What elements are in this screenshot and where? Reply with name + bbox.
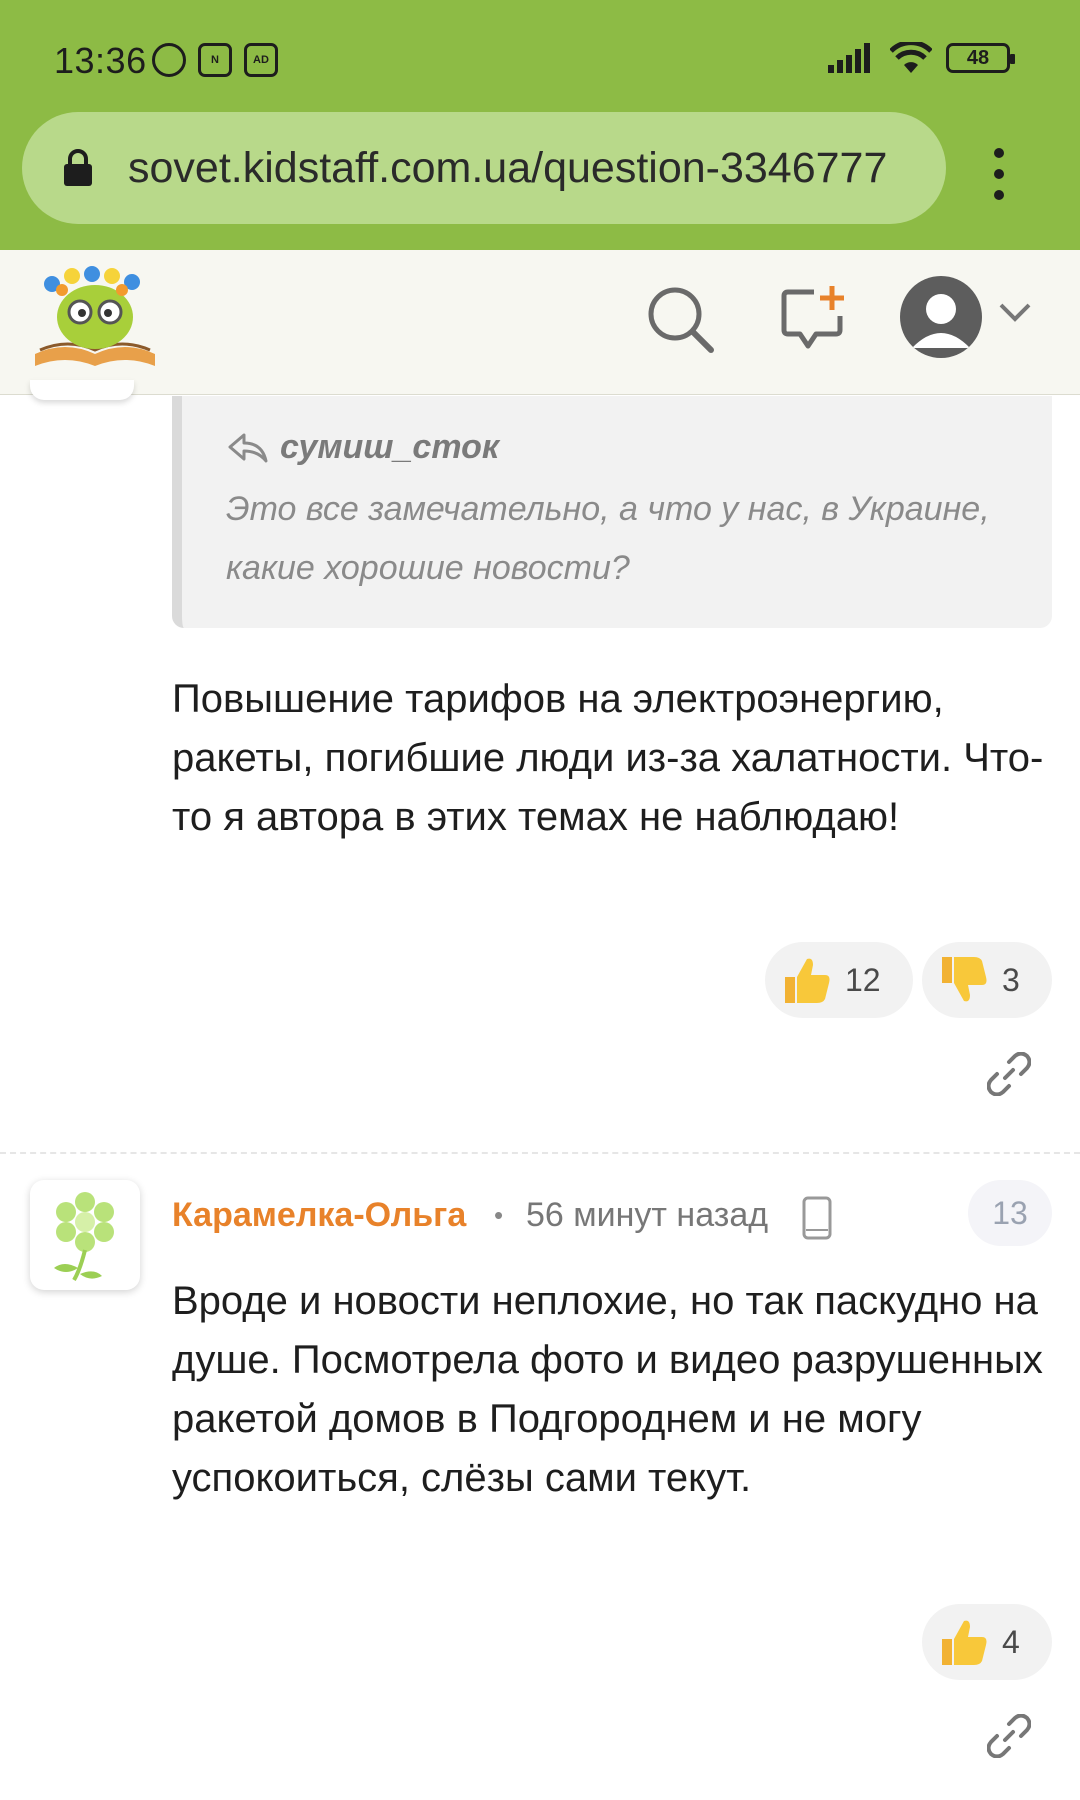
author-name[interactable]: Карамелка-Ольга [172,1196,466,1235]
signal-icon [828,43,870,73]
comment-text: Повышение тарифов на электроэнергию, рак… [172,677,1044,839]
comment-divider [0,1152,1080,1154]
lock-icon [64,149,92,186]
user-avatar-icon[interactable] [900,276,982,358]
dislike-count: 3 [1002,961,1020,998]
link-icon[interactable] [987,1052,1031,1096]
url-text[interactable]: sovet.kidstaff.com.ua/question-3346777 [128,144,887,193]
status-icons-left: N AD [152,40,278,80]
previous-avatar [30,380,134,400]
alarm-icon [152,43,186,77]
thumbs-down-icon [942,957,987,1002]
battery-icon: 48 [946,43,1015,73]
new-message-icon[interactable] [778,284,848,354]
like-count: 4 [1002,1623,1020,1660]
dislike-button[interactable]: 3 [922,942,1052,1018]
like-button[interactable]: 4 [922,1604,1052,1680]
author-avatar[interactable] [30,1180,140,1290]
mobile-device-icon [802,1196,832,1240]
reply-icon [228,433,268,462]
url-bar[interactable]: sovet.kidstaff.com.ua/question-3346777 [22,112,946,224]
kidstaff-logo[interactable] [30,262,160,372]
link-icon[interactable] [987,1714,1031,1758]
comment-number[interactable]: 13 [968,1180,1052,1246]
status-time: 13:36 [54,40,147,81]
adblock-icon: AD [244,43,278,77]
comment-text: Вроде и новости неплохие, но так паскудн… [172,1279,1043,1500]
quote-author[interactable]: сумиш_сток [280,428,499,467]
like-count: 12 [845,961,881,998]
comment-time: 56 минут назад [526,1196,769,1234]
quote-author-row: сумиш_сток [226,428,499,467]
browser-menu-icon[interactable] [992,148,1006,200]
chevron-down-icon[interactable] [998,300,1032,324]
thumbs-up-icon [785,958,830,1003]
meta-separator: • [494,1200,504,1230]
nfc-icon: N [198,43,232,77]
quote-text: Это все замечательно, а что у нас, в Укр… [226,490,990,587]
like-button[interactable]: 12 [765,942,913,1018]
search-icon[interactable] [645,284,715,354]
status-icons-right: 48 [828,42,1015,74]
thumbs-up-icon [942,1620,987,1665]
wifi-icon [890,42,932,73]
